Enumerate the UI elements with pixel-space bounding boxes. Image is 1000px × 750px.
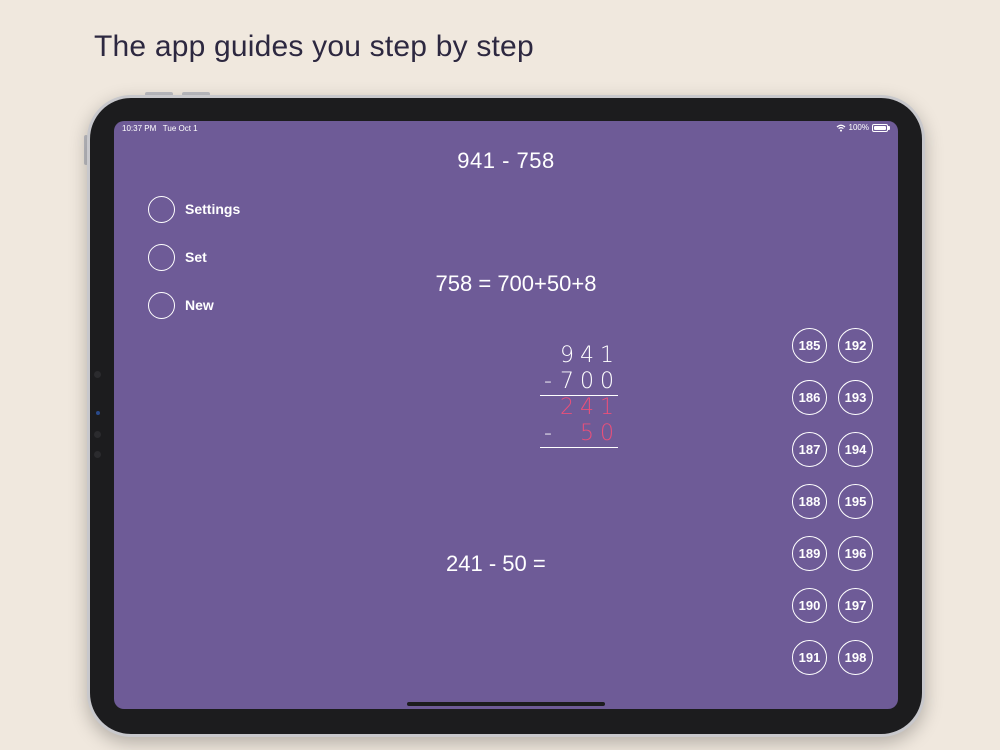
answer-button[interactable]: 187 bbox=[792, 432, 827, 467]
set-label: Set bbox=[185, 249, 207, 265]
app-screen: 10:37 PM Tue Oct 1 100% 941 - 758 Settin… bbox=[114, 121, 898, 709]
current-equation: 241 - 50 = bbox=[446, 551, 546, 576]
answer-button[interactable]: 196 bbox=[838, 536, 873, 571]
home-indicator[interactable] bbox=[407, 702, 605, 706]
status-bar-time: 10:37 PM Tue Oct 1 bbox=[122, 124, 198, 133]
column-row: 941 bbox=[540, 343, 620, 369]
battery-percent: 100% bbox=[848, 123, 869, 132]
settings-label: Settings bbox=[185, 201, 241, 217]
answer-button[interactable]: 198 bbox=[838, 640, 873, 675]
column-value: 700 bbox=[560, 369, 620, 394]
answer-button[interactable]: 186 bbox=[792, 380, 827, 415]
battery-icon bbox=[872, 123, 890, 132]
column-row: - 50 bbox=[540, 421, 620, 447]
column-value: 941 bbox=[560, 343, 620, 368]
magnetic-connector bbox=[94, 451, 101, 458]
set-button[interactable]: Set bbox=[148, 242, 240, 272]
answer-button[interactable]: 194 bbox=[838, 432, 873, 467]
column-value: 50 bbox=[580, 421, 620, 446]
settings-button[interactable]: Settings bbox=[148, 194, 240, 224]
answer-button[interactable]: 188 bbox=[792, 484, 827, 519]
answer-button[interactable]: 190 bbox=[792, 588, 827, 623]
answer-button[interactable]: 195 bbox=[838, 484, 873, 519]
side-menu: Settings Set New bbox=[148, 194, 240, 338]
answer-button[interactable]: 192 bbox=[838, 328, 873, 363]
magnetic-connector bbox=[94, 371, 101, 378]
set-circle-icon bbox=[148, 243, 175, 271]
answer-grid: 185 192 186 193 187 194 188 195 189 196 … bbox=[792, 328, 873, 675]
answer-button[interactable]: 189 bbox=[792, 536, 827, 571]
headline: The app guides you step by step bbox=[94, 30, 534, 63]
answer-button[interactable]: 197 bbox=[838, 588, 873, 623]
column-value: 241 bbox=[560, 395, 620, 420]
minus-sign: - bbox=[544, 369, 552, 394]
new-label: New bbox=[185, 297, 214, 313]
answer-button[interactable]: 191 bbox=[792, 640, 827, 675]
status-date: Tue Oct 1 bbox=[162, 124, 198, 133]
decomposition-text: 758 = 700+50+8 bbox=[435, 271, 597, 296]
status-time: 10:37 PM bbox=[122, 124, 157, 133]
column-subtraction: 941 - 700 241 - 50 bbox=[540, 343, 620, 448]
answer-button[interactable]: 185 bbox=[792, 328, 827, 363]
settings-circle-icon bbox=[148, 195, 175, 223]
wifi-icon bbox=[836, 124, 845, 132]
minus-sign: - bbox=[544, 421, 552, 446]
answer-button[interactable]: 193 bbox=[838, 380, 873, 415]
column-row: 241 bbox=[540, 395, 620, 421]
column-divider bbox=[540, 447, 618, 448]
problem-title: 941 - 758 bbox=[457, 148, 555, 173]
status-bar-right: 100% bbox=[836, 123, 890, 132]
magnetic-connector bbox=[94, 431, 101, 438]
column-row: - 700 bbox=[540, 369, 620, 395]
camera-dot bbox=[96, 411, 100, 415]
